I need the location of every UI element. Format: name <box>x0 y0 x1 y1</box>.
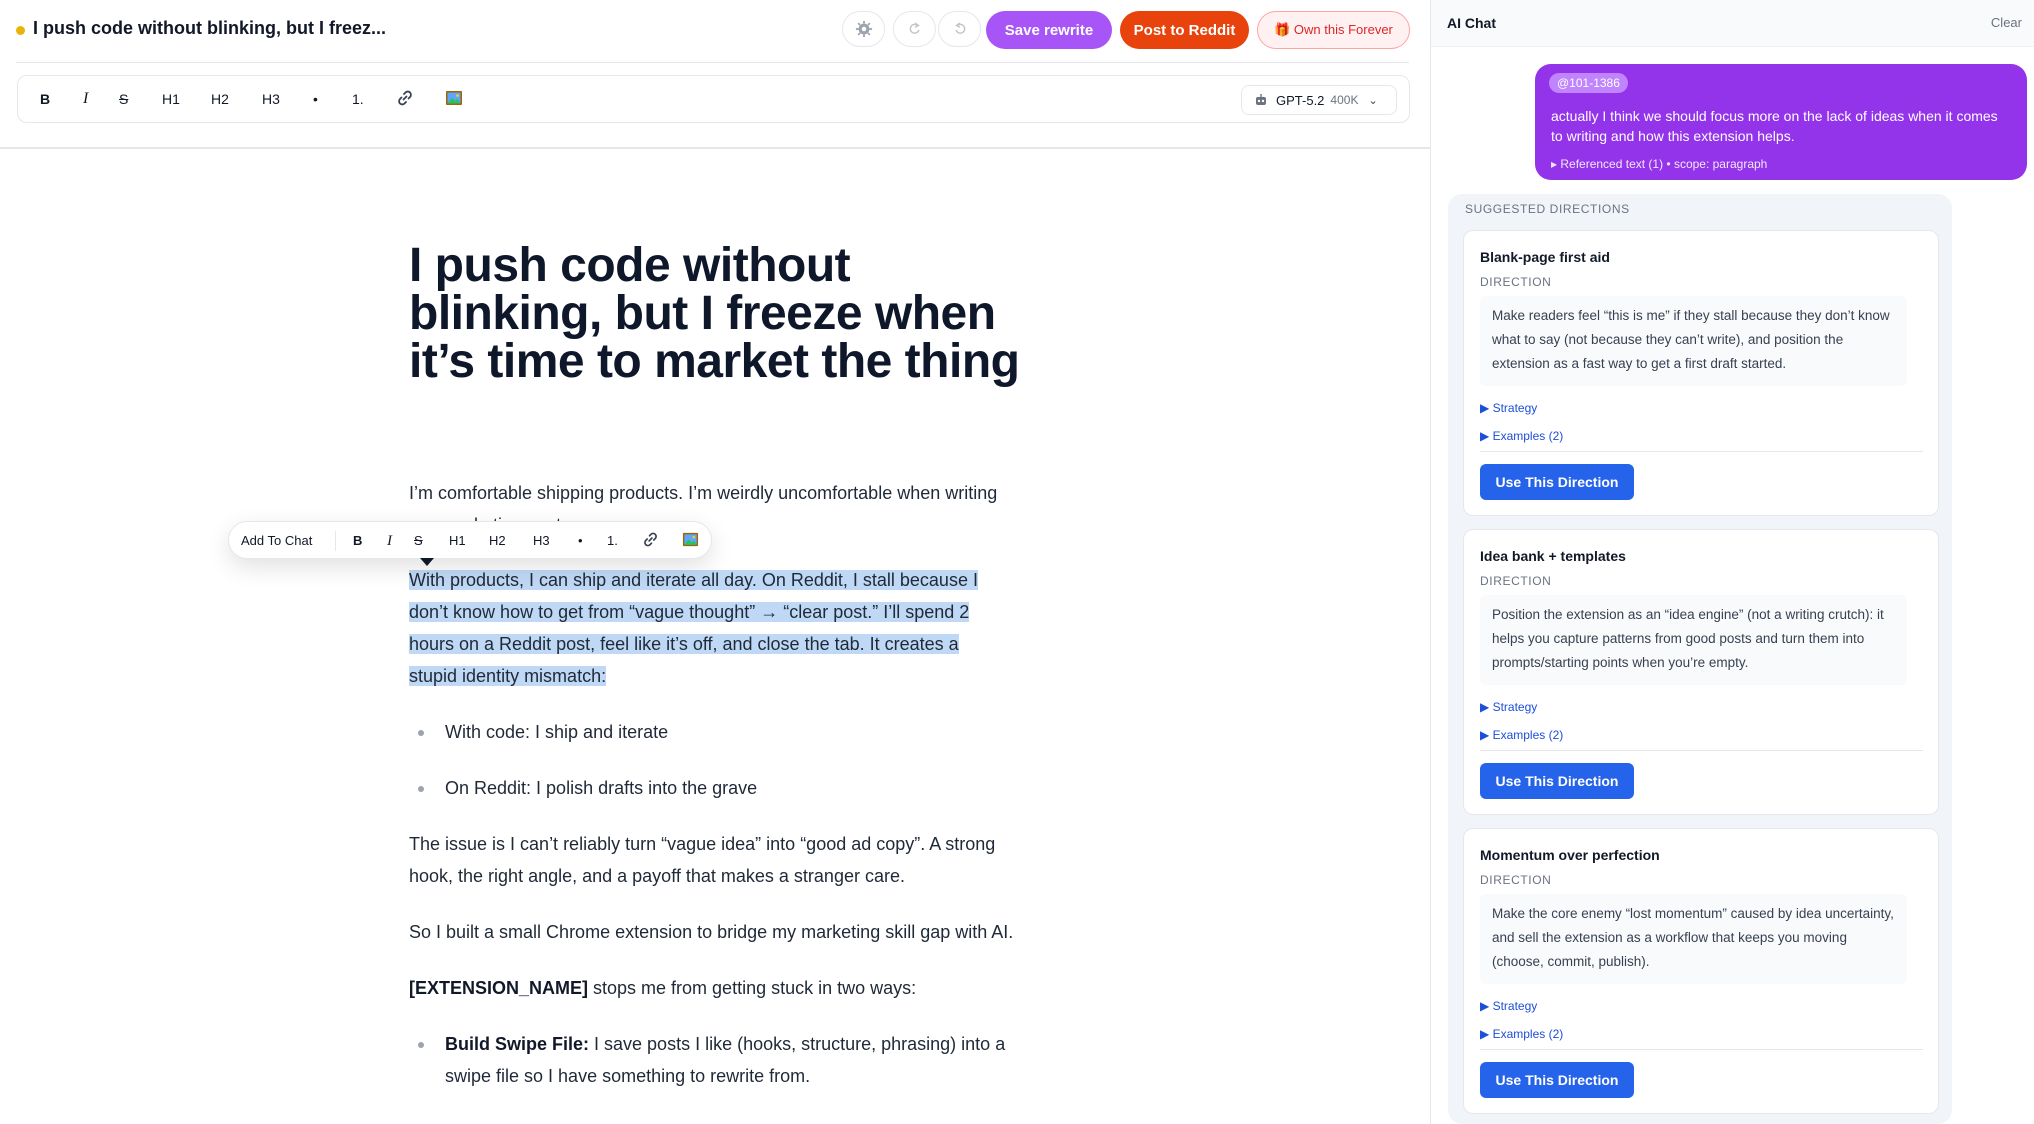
bullet-marker <box>418 1042 424 1048</box>
strikethrough-button[interactable]: S <box>119 88 128 110</box>
float-strikethrough-button[interactable]: S <box>414 531 423 551</box>
use-direction-button[interactable]: Use This Direction <box>1480 464 1634 500</box>
own-forever-button[interactable]: 🎁 Own this Forever <box>1257 11 1410 49</box>
paragraph-selected: With products, I can ship and iterate al… <box>409 564 999 692</box>
direction-label: DIRECTION <box>1480 574 1552 588</box>
chevron-down-icon: ⌄ <box>1368 94 1378 107</box>
float-bullet-list-button[interactable]: • <box>578 531 583 551</box>
ai-chat-panel: AI Chat Clear @101-1386 actually I think… <box>1430 0 2034 1124</box>
card-divider <box>1480 451 1923 452</box>
undo-button[interactable] <box>893 11 936 47</box>
ordered-list-button[interactable]: 1. <box>352 88 364 110</box>
editor-header: I push code without blinking, but I free… <box>0 0 1430 62</box>
use-direction-button[interactable]: Use This Direction <box>1480 763 1634 799</box>
list-item: Build Swipe File: I save posts I like (h… <box>445 1028 1025 1092</box>
toolbar-divider <box>0 147 1430 149</box>
direction-label: DIRECTION <box>1480 275 1552 289</box>
format-toolbar: B I S H1 H2 H3 • 1. GPT-5.2 400K ⌄ <box>17 75 1410 123</box>
direction-card: Blank-page first aid DIRECTION Make read… <box>1463 230 1939 516</box>
float-link-button[interactable] <box>642 531 659 554</box>
strategy-toggle[interactable]: ▶ Strategy <box>1480 700 1537 714</box>
chat-header: AI Chat Clear <box>1431 0 2034 47</box>
float-ordered-list-button[interactable]: 1. <box>607 531 618 551</box>
list-item: With code: I ship and iterate <box>445 722 669 742</box>
undo-icon <box>909 22 920 34</box>
float-italic-button[interactable]: I <box>387 531 392 551</box>
float-bold-button[interactable]: B <box>353 531 362 551</box>
card-divider <box>1480 750 1923 751</box>
image-icon <box>682 532 699 547</box>
direction-body: Position the extension as an “idea engin… <box>1480 595 1907 685</box>
heading1-button[interactable]: H1 <box>162 88 180 110</box>
use-direction-button[interactable]: Use This Direction <box>1480 1062 1634 1098</box>
reference-tag[interactable]: @101-1386 <box>1549 73 1628 93</box>
heading3-button[interactable]: H3 <box>262 88 280 110</box>
insert-image-button[interactable] <box>445 89 463 113</box>
link-icon <box>398 90 412 106</box>
direction-card: Idea bank + templates DIRECTION Position… <box>1463 529 1939 815</box>
selection-pointer <box>420 558 434 566</box>
examples-toggle[interactable]: ▶ Examples (2) <box>1480 1027 1563 1041</box>
insert-link-button[interactable] <box>396 89 414 113</box>
strategy-toggle[interactable]: ▶ Strategy <box>1480 401 1537 415</box>
model-selector[interactable]: GPT-5.2 400K ⌄ <box>1241 85 1397 115</box>
chat-title: AI Chat <box>1447 15 1496 31</box>
image-icon <box>446 91 462 105</box>
paragraph-issue: The issue is I can’t reliably turn “vagu… <box>409 834 996 886</box>
heading2-button[interactable]: H2 <box>211 88 229 110</box>
direction-body: Make readers feel “this is me” if they s… <box>1480 296 1907 386</box>
redo-icon <box>954 22 965 34</box>
bullet-marker <box>418 786 424 792</box>
model-token-limit: 400K <box>1330 93 1359 107</box>
save-rewrite-button[interactable]: Save rewrite <box>986 11 1112 49</box>
bullet-list-button[interactable]: • <box>313 88 318 110</box>
direction-body: Make the core enemy “lost momentum” caus… <box>1480 894 1907 984</box>
examples-toggle[interactable]: ▶ Examples (2) <box>1480 728 1563 742</box>
paragraph-extension: [EXTENSION_NAME] stops me from getting s… <box>409 972 1019 1004</box>
bold-button[interactable]: B <box>40 88 50 110</box>
clear-chat-button[interactable]: Clear <box>1991 15 2022 30</box>
extension-name: [EXTENSION_NAME] <box>409 978 589 998</box>
theme-toggle-button[interactable] <box>842 11 885 47</box>
link-icon <box>644 532 657 547</box>
user-message-text: actually I think we should focus more on… <box>1551 108 1998 144</box>
float-heading1-button[interactable]: H1 <box>449 531 466 551</box>
unsaved-status-dot <box>16 26 25 35</box>
direction-card: Momentum over perfection DIRECTION Make … <box>1463 828 1939 1114</box>
direction-title: Momentum over perfection <box>1480 847 1660 863</box>
card-divider <box>1480 1049 1923 1050</box>
robot-icon <box>1256 94 1266 105</box>
float-heading3-button[interactable]: H3 <box>533 531 550 551</box>
toolbar-separator <box>335 531 336 551</box>
post-to-reddit-button[interactable]: Post to Reddit <box>1120 11 1249 49</box>
suggested-directions: SUGGESTED DIRECTIONS Blank-page first ai… <box>1448 194 1952 1124</box>
direction-title: Idea bank + templates <box>1480 548 1626 564</box>
selection-toolbar: Add To Chat B I S H1 H2 H3 • 1. <box>228 521 712 559</box>
strategy-toggle[interactable]: ▶ Strategy <box>1480 999 1537 1013</box>
header-divider <box>16 62 1409 63</box>
document-title: I push code without blinking, but I free… <box>33 18 386 38</box>
redo-button[interactable] <box>938 11 981 47</box>
model-name: GPT-5.2 <box>1276 92 1325 108</box>
document-heading: I push code without blinking, but I free… <box>409 239 1020 388</box>
selected-text: With products, I can ship and iterate al… <box>409 570 978 686</box>
list-item: On Reddit: I polish drafts into the grav… <box>445 778 758 798</box>
italic-button[interactable]: I <box>83 88 88 110</box>
direction-label: DIRECTION <box>1480 873 1552 887</box>
referenced-text-toggle[interactable]: ▸ Referenced text (1) • scope: paragraph <box>1551 157 1767 171</box>
list-item-bold: Build Swipe File: <box>445 1034 590 1054</box>
float-image-button[interactable] <box>682 531 699 554</box>
user-message: @101-1386 actually I think we should foc… <box>1535 64 2027 180</box>
editor-pane: I push code without blinking, but I free… <box>0 0 1430 1124</box>
direction-title: Blank-page first aid <box>1480 249 1610 265</box>
add-to-chat-button[interactable]: Add To Chat <box>241 531 312 551</box>
gear-icon <box>855 20 872 38</box>
extension-desc: stops me from getting stuck in two ways: <box>588 978 917 998</box>
float-heading2-button[interactable]: H2 <box>489 531 506 551</box>
paragraph-built: So I built a small Chrome extension to b… <box>409 922 1014 942</box>
bullet-marker <box>418 730 424 736</box>
suggestions-header: SUGGESTED DIRECTIONS <box>1465 202 1630 216</box>
examples-toggle[interactable]: ▶ Examples (2) <box>1480 429 1563 443</box>
